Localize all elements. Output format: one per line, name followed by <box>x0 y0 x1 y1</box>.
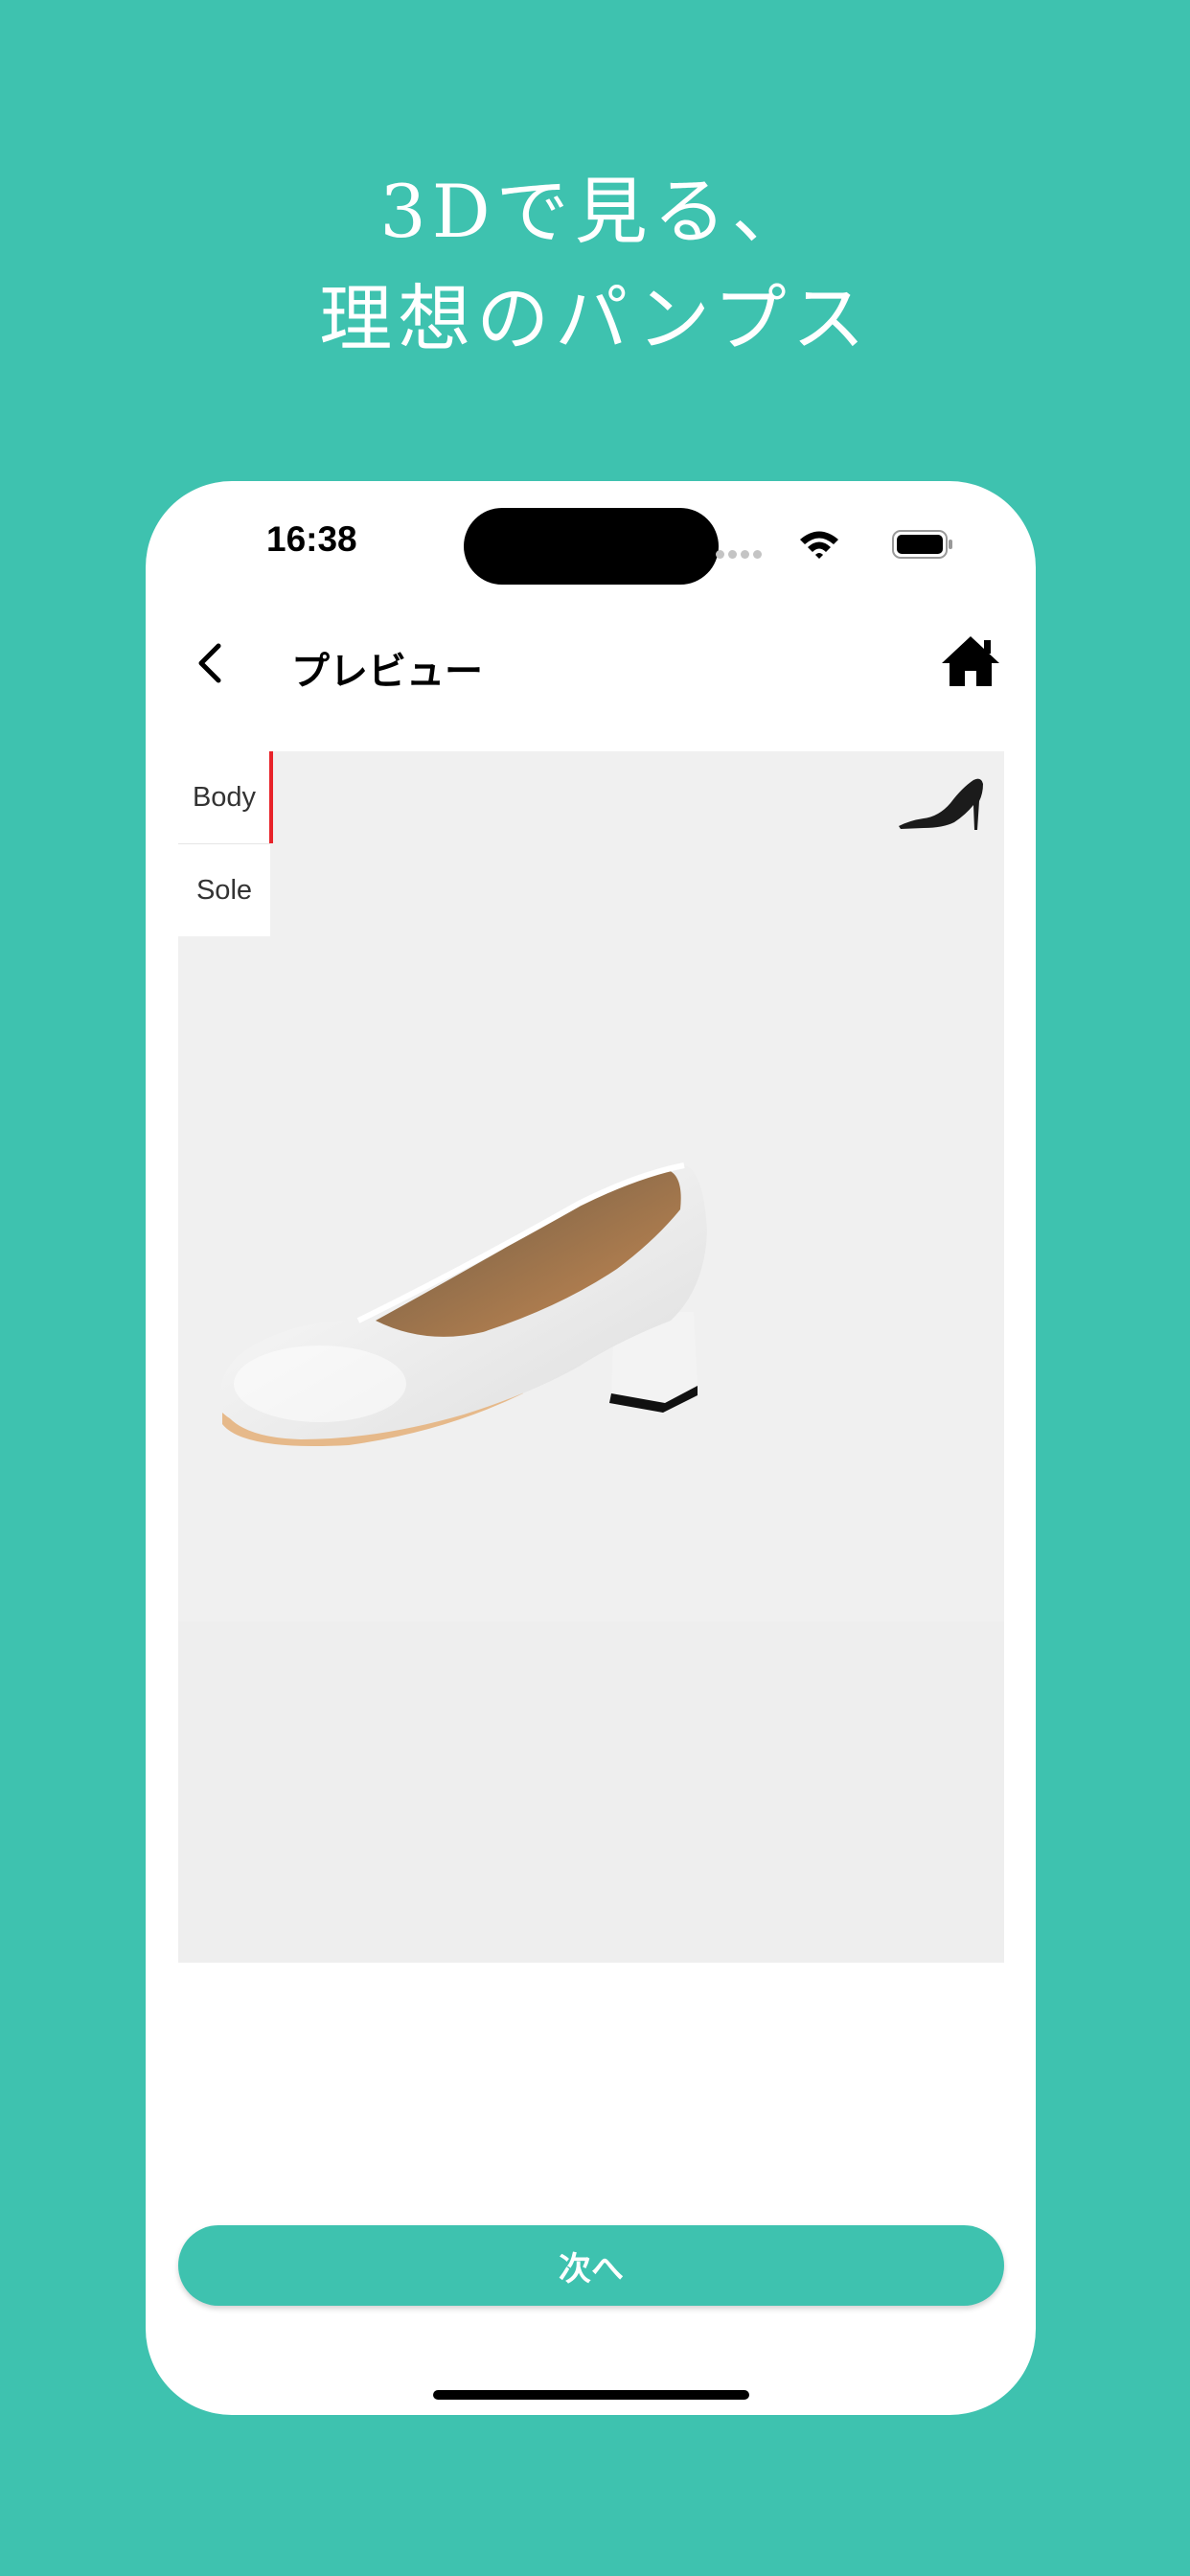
3d-viewer[interactable]: Body Sole <box>178 751 1004 1963</box>
dynamic-island <box>464 508 719 585</box>
tab-body[interactable]: Body <box>178 751 273 843</box>
chevron-left-icon <box>198 643 221 683</box>
viewer-floor <box>178 1622 1004 1963</box>
home-button[interactable] <box>940 632 1001 690</box>
battery-icon <box>892 530 952 559</box>
tab-body-label: Body <box>192 781 257 813</box>
back-button[interactable] <box>182 634 240 692</box>
status-time: 16:38 <box>266 519 357 559</box>
heel-toggle-button[interactable] <box>895 767 985 836</box>
home-indicator <box>433 2390 749 2400</box>
part-tabs: Body Sole <box>178 751 273 936</box>
next-button[interactable]: 次へ <box>178 2225 1004 2306</box>
headline-line-2: 理想のパンプス <box>319 276 871 361</box>
headline-line-1: 3Dで見る、 <box>379 169 811 254</box>
cellular-signal-icon <box>716 550 762 560</box>
next-button-label: 次へ <box>559 2250 624 2288</box>
wifi-icon <box>800 531 838 559</box>
high-heel-icon <box>899 778 983 830</box>
promo-headline: 3Dで見る、 理想のパンプス <box>0 158 1190 373</box>
home-icon <box>942 636 999 686</box>
phone-frame: 16:38 プレビュー Body Sole 次へ <box>146 481 1036 2415</box>
shoe-3d-model[interactable] <box>215 1116 809 1480</box>
tab-sole-label: Sole <box>195 874 253 906</box>
page-title: プレビュー <box>291 651 483 693</box>
tab-sole[interactable]: Sole <box>178 843 270 936</box>
